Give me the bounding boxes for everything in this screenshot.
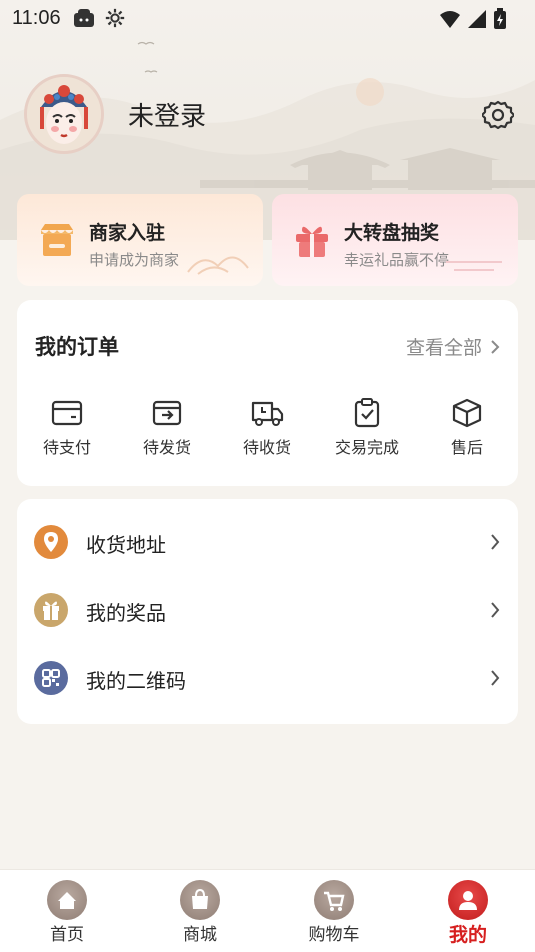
chevron-right-icon (491, 339, 500, 354)
shop-bag-icon (180, 880, 220, 920)
order-pending-receipt[interactable]: 待收货 (222, 398, 312, 458)
lucky-wheel-subtitle: 幸运礼品赢不停 (344, 251, 450, 269)
user-icon (448, 880, 488, 920)
status-time: 11:06 (12, 7, 61, 29)
lucky-wheel-card[interactable]: 大转盘抽奖 幸运礼品赢不停 (272, 194, 518, 286)
opera-mask-avatar-icon (27, 77, 101, 151)
menu-item-prizes-label: 我的奖品 (86, 601, 166, 625)
avatar[interactable] (24, 74, 104, 154)
battery-icon (494, 8, 506, 29)
username-label[interactable]: 未登录 (128, 96, 206, 133)
settings-gear-icon (480, 100, 516, 130)
cart-icon (314, 880, 354, 920)
order-pending-receipt-label: 待收货 (242, 438, 291, 457)
chevron-right-icon (491, 602, 500, 618)
shop-icon (41, 224, 73, 256)
wifi-icon (440, 11, 460, 28)
shipping-box-icon (152, 400, 182, 426)
tab-cart[interactable]: 购物车 (289, 880, 379, 945)
package-icon (452, 398, 482, 428)
tab-cart-label: 购物车 (308, 925, 360, 945)
wallet-icon (51, 400, 83, 426)
status-bar: 11:06 (0, 0, 535, 36)
chevron-right-icon (491, 534, 500, 550)
lucky-wheel-title: 大转盘抽奖 (344, 222, 440, 244)
wave-pattern-icon (446, 261, 502, 271)
gift-icon (34, 593, 68, 627)
cell-signal-icon (468, 10, 486, 28)
tab-home[interactable]: 首页 (22, 880, 112, 945)
location-pin-icon (34, 525, 68, 559)
my-orders-card: 我的订单 查看全部 待支付 待发货 待收货 交易完成 售后 (17, 300, 518, 486)
order-pending-payment-label: 待支付 (42, 438, 91, 457)
tab-mall-label: 商城 (183, 925, 217, 945)
chevron-right-icon (491, 670, 500, 686)
tab-mine-label: 我的 (448, 924, 487, 946)
menu-item-address[interactable]: 收货地址 (17, 513, 518, 573)
order-completed[interactable]: 交易完成 (322, 398, 412, 458)
orders-title: 我的订单 (35, 335, 119, 359)
settings-gear-icon (105, 8, 125, 28)
order-after-sales[interactable]: 售后 (422, 398, 512, 458)
android-debug-icon (74, 9, 94, 27)
order-pending-shipment-label: 待发货 (142, 438, 191, 457)
settings-menu-card: 收货地址 我的奖品 我的二维码 (17, 499, 518, 724)
menu-item-qr-code[interactable]: 我的二维码 (17, 649, 518, 709)
delivery-truck-icon (251, 401, 284, 426)
view-all-orders-link[interactable]: 查看全部 (406, 333, 500, 360)
cloud-pattern-icon (187, 256, 249, 275)
view-all-label: 查看全部 (405, 337, 482, 359)
merchant-signup-title: 商家入驻 (89, 222, 166, 244)
qr-code-icon (34, 661, 68, 695)
tab-mall[interactable]: 商城 (155, 880, 245, 945)
tab-home-label: 首页 (50, 925, 84, 945)
status-left-icons (72, 7, 126, 29)
order-after-sales-label: 售后 (450, 438, 483, 457)
tab-mine[interactable]: 我的 (423, 880, 513, 947)
menu-item-prizes[interactable]: 我的奖品 (17, 581, 518, 641)
order-pending-payment[interactable]: 待支付 (22, 398, 112, 458)
settings-button[interactable] (480, 99, 516, 131)
menu-item-address-label: 收货地址 (86, 533, 166, 557)
home-icon (47, 880, 87, 920)
order-completed-label: 交易完成 (334, 438, 399, 457)
menu-item-qr-code-label: 我的二维码 (86, 669, 186, 693)
merchant-signup-subtitle: 申请成为商家 (89, 251, 180, 269)
merchant-signup-card[interactable]: 商家入驻 申请成为商家 (17, 194, 263, 286)
bottom-tab-bar: 首页 商城 购物车 我的 (0, 869, 535, 952)
gift-icon (296, 226, 328, 257)
status-right-icons (439, 8, 507, 30)
order-pending-shipment[interactable]: 待发货 (122, 398, 212, 458)
clipboard-check-icon (354, 398, 380, 428)
